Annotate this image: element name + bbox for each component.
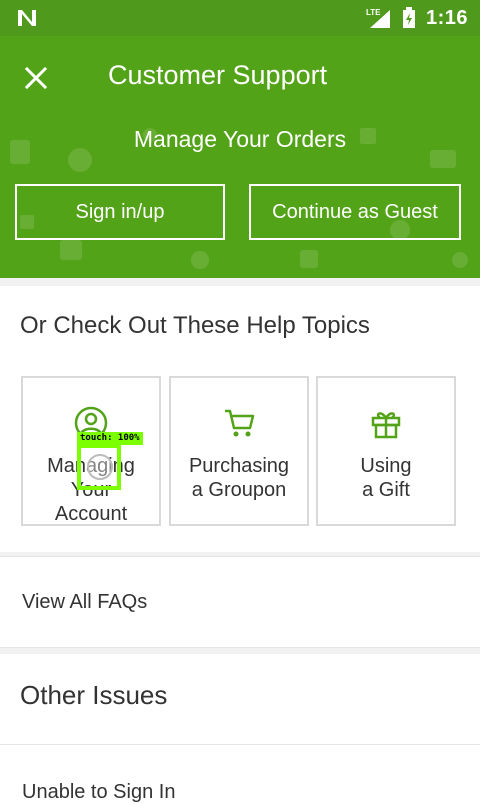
topic-card-label: Purchasing a Groupon bbox=[188, 455, 290, 501]
status-indicators: LTE 1:16 bbox=[366, 6, 468, 30]
help-topics-section: Or Check Out These Help Topics Managing … bbox=[0, 286, 480, 552]
other-issues-heading: Other Issues bbox=[20, 680, 168, 710]
svg-text:LTE: LTE bbox=[366, 8, 381, 17]
view-all-faqs-row[interactable]: View All FAQs bbox=[0, 556, 480, 648]
topic-card-label: Using a Gift bbox=[360, 455, 412, 501]
gift-icon bbox=[371, 412, 401, 439]
hero-subtitle: Manage Your Orders bbox=[133, 126, 347, 152]
app-bar: Customer Support bbox=[0, 36, 480, 120]
close-icon[interactable] bbox=[24, 66, 48, 90]
topic-card-using-gift[interactable]: Using a Gift bbox=[316, 376, 456, 526]
battery-charging-icon bbox=[402, 7, 415, 28]
hero-banner: Manage Your Orders Sign in/up Continue a… bbox=[0, 120, 480, 278]
touch-point-circle bbox=[87, 454, 113, 480]
continue-as-guest-button[interactable]: Continue as Guest bbox=[249, 184, 461, 240]
sign-in-button[interactable]: Sign in/up bbox=[15, 184, 225, 240]
status-bar: LTE 1:16 bbox=[0, 0, 480, 36]
view-all-faqs-label: View All FAQs bbox=[22, 591, 148, 613]
other-issues-section: Other Issues bbox=[0, 654, 480, 744]
n-logo-icon bbox=[18, 10, 36, 26]
clock: 1:16 bbox=[425, 6, 468, 29]
lte-signal-icon: LTE bbox=[366, 8, 390, 28]
touch-indicator-overlay: touch: 100% bbox=[77, 432, 147, 492]
help-topics-heading: Or Check Out These Help Topics bbox=[20, 312, 370, 339]
topic-card-purchasing[interactable]: Purchasing a Groupon bbox=[169, 376, 309, 526]
issue-label: Unable to Sign In bbox=[22, 781, 176, 803]
page-title: Customer Support bbox=[108, 60, 328, 90]
issue-row-unable-sign-in[interactable]: Unable to Sign In bbox=[0, 744, 480, 805]
shopping-cart-icon bbox=[225, 409, 255, 437]
